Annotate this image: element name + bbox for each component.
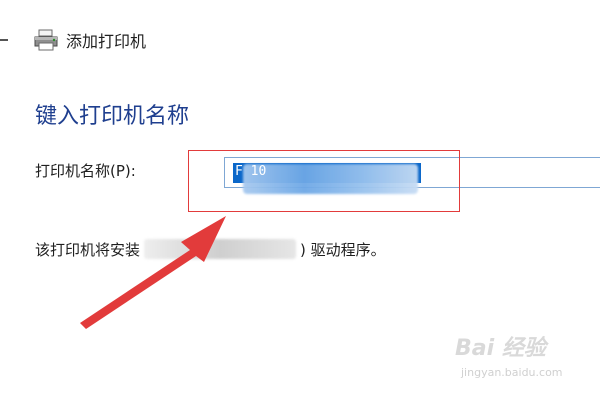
watermark-sub: jingyan.baidu.com — [461, 366, 563, 379]
blurred-driver-name — [144, 239, 297, 259]
baidu-watermark: Bai 经验 jingyan.baidu.com — [455, 330, 595, 390]
driver-install-note: 该打印机将安装 ) 驱动程序。 — [35, 238, 386, 260]
watermark-main: Bai 经验 — [455, 336, 546, 361]
driver-note-suffix: ) 驱动程序。 — [300, 240, 386, 259]
back-button-edge[interactable] — [0, 39, 8, 41]
driver-note-prefix: 该打印机将安装 — [35, 240, 141, 259]
wizard-header: 添加打印机 — [33, 26, 146, 54]
window-title: 添加打印机 — [66, 32, 147, 51]
printer-name-label: 打印机名称(P): — [35, 162, 136, 180]
page-heading: 键入打印机名称 — [35, 104, 190, 129]
annotation-highlight-box — [188, 150, 460, 212]
printer-icon — [34, 29, 58, 51]
